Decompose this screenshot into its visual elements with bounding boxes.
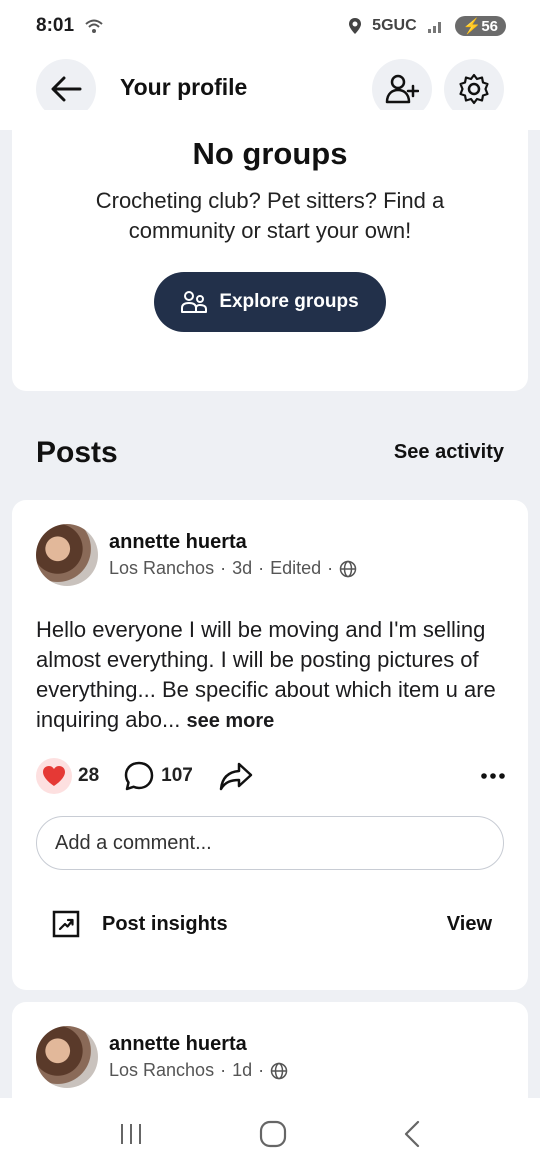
meta-separator: · (258, 558, 265, 578)
meta-separator: · (327, 558, 334, 578)
comment-placeholder: Add a comment... (55, 831, 212, 854)
post-location: Los Ranchos (109, 1060, 215, 1080)
network-label: 5GUC (372, 17, 417, 34)
meta-separator: · (220, 1060, 227, 1080)
like-button[interactable] (36, 758, 72, 794)
heart-icon (43, 766, 65, 786)
post-insights-row[interactable]: Post insights View (52, 910, 492, 938)
avatar[interactable] (36, 1026, 98, 1088)
comment-count: 107 (161, 765, 193, 786)
comment-icon[interactable] (123, 760, 155, 792)
post-card: annette huerta Los Ranchos · 3d · Edited… (12, 500, 528, 990)
arrow-left-icon (51, 76, 82, 102)
explore-groups-label: Explore groups (219, 291, 359, 312)
groups-empty-title: No groups (192, 136, 348, 171)
add-person-icon (385, 74, 419, 104)
globe-icon (270, 1062, 288, 1079)
post-edited: Edited (270, 558, 322, 578)
posts-heading: Posts (36, 436, 118, 469)
post-insights-view-link[interactable]: View (447, 913, 492, 936)
meta-separator: · (258, 1060, 265, 1080)
post-insights-label: Post insights (102, 912, 228, 935)
see-more-link[interactable]: see more (186, 710, 274, 732)
explore-groups-button[interactable]: Explore groups (154, 272, 386, 332)
group-icon (181, 291, 208, 313)
post-actions: 28 107 (36, 756, 506, 796)
post-meta: Los Ranchos · 1d · (109, 1060, 288, 1081)
post-location: Los Ranchos (109, 558, 215, 578)
globe-icon (339, 560, 357, 577)
gear-icon (459, 73, 489, 105)
groups-card: No groups Crocheting club? Pet sitters? … (12, 110, 528, 391)
avatar[interactable] (36, 524, 98, 586)
battery-indicator: ⚡56 (454, 16, 506, 36)
recent-apps-icon[interactable] (118, 1122, 144, 1146)
insights-chart-icon (52, 910, 80, 938)
share-icon[interactable] (219, 761, 253, 791)
signal-icon (427, 22, 441, 33)
back-nav-icon[interactable] (402, 1120, 422, 1148)
battery-level: 56 (481, 18, 498, 35)
like-count: 28 (78, 765, 100, 786)
see-activity-link[interactable]: See activity (394, 441, 504, 464)
more-options-icon[interactable] (480, 772, 506, 780)
post-meta: Los Ranchos · 3d · Edited · (109, 558, 357, 579)
comment-input[interactable]: Add a comment... (36, 816, 504, 870)
clock: 8:01 (36, 15, 75, 36)
wifi-icon (85, 19, 103, 33)
status-bar: 8:01 5GUC ⚡56 (0, 0, 540, 52)
location-icon (349, 18, 362, 34)
system-nav-bar (0, 1098, 540, 1170)
post-body[interactable]: Hello everyone I will be moving and I'm … (36, 615, 506, 736)
groups-empty-description: Crocheting club? Pet sitters? Find a com… (95, 188, 445, 243)
meta-separator: · (220, 558, 227, 578)
post-author[interactable]: annette huerta (109, 531, 247, 554)
home-icon[interactable] (259, 1120, 287, 1148)
post-time: 1d (232, 1060, 253, 1080)
page-title: Your profile (120, 74, 248, 100)
post-card: annette huerta Los Ranchos · 1d · (12, 1002, 528, 1102)
post-time: 3d (232, 558, 253, 578)
post-author[interactable]: annette huerta (109, 1033, 247, 1056)
